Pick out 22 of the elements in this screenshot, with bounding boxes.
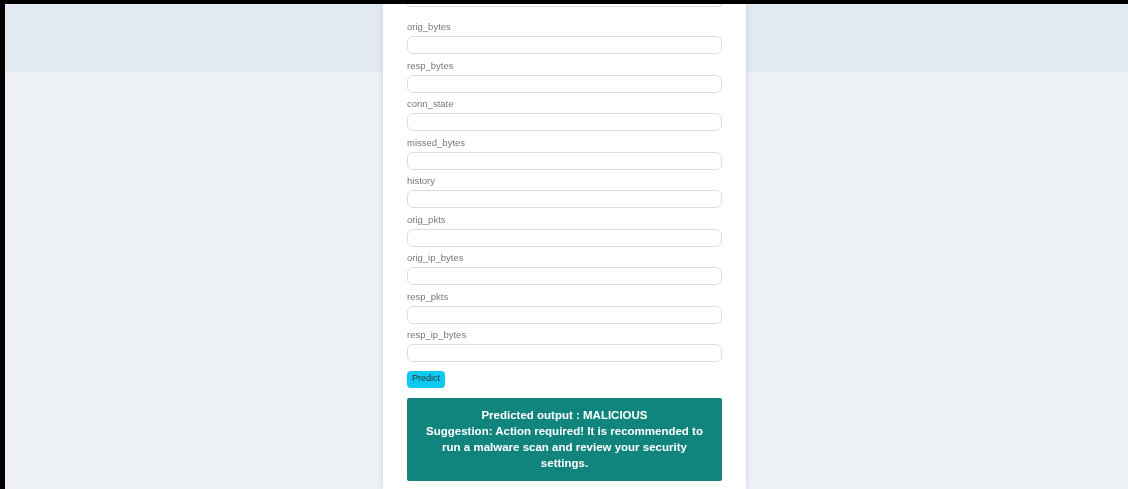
field-label: resp_pkts xyxy=(407,289,450,304)
input-field[interactable] xyxy=(407,344,722,362)
field-label: resp_ip_bytes xyxy=(407,328,468,342)
predict-button[interactable]: Predict xyxy=(407,370,445,388)
input-field[interactable] xyxy=(407,267,722,285)
field-label: conn_state xyxy=(407,97,455,111)
input-field[interactable] xyxy=(407,190,722,208)
field-label: orig_pkts xyxy=(407,212,447,227)
input-field[interactable] xyxy=(407,151,722,170)
field-label: missed_bytes xyxy=(407,135,467,150)
field-label: resp_bytes xyxy=(407,58,455,73)
field-label: orig_bytes xyxy=(407,20,452,34)
input-field[interactable] xyxy=(407,228,722,247)
input-field[interactable] xyxy=(407,113,722,131)
input-field[interactable] xyxy=(407,4,722,7)
field-label: orig_ip_bytes xyxy=(407,251,465,265)
result-text: Suggestion: Action required! It is recommended to run a malware scan and review your security settings. xyxy=(425,424,704,471)
input-field[interactable] xyxy=(407,36,722,54)
result-text: Predicted output : MALICIOUS xyxy=(481,408,648,423)
input-field[interactable] xyxy=(407,74,722,93)
field-label: history xyxy=(407,174,436,188)
input-field[interactable] xyxy=(407,305,722,324)
